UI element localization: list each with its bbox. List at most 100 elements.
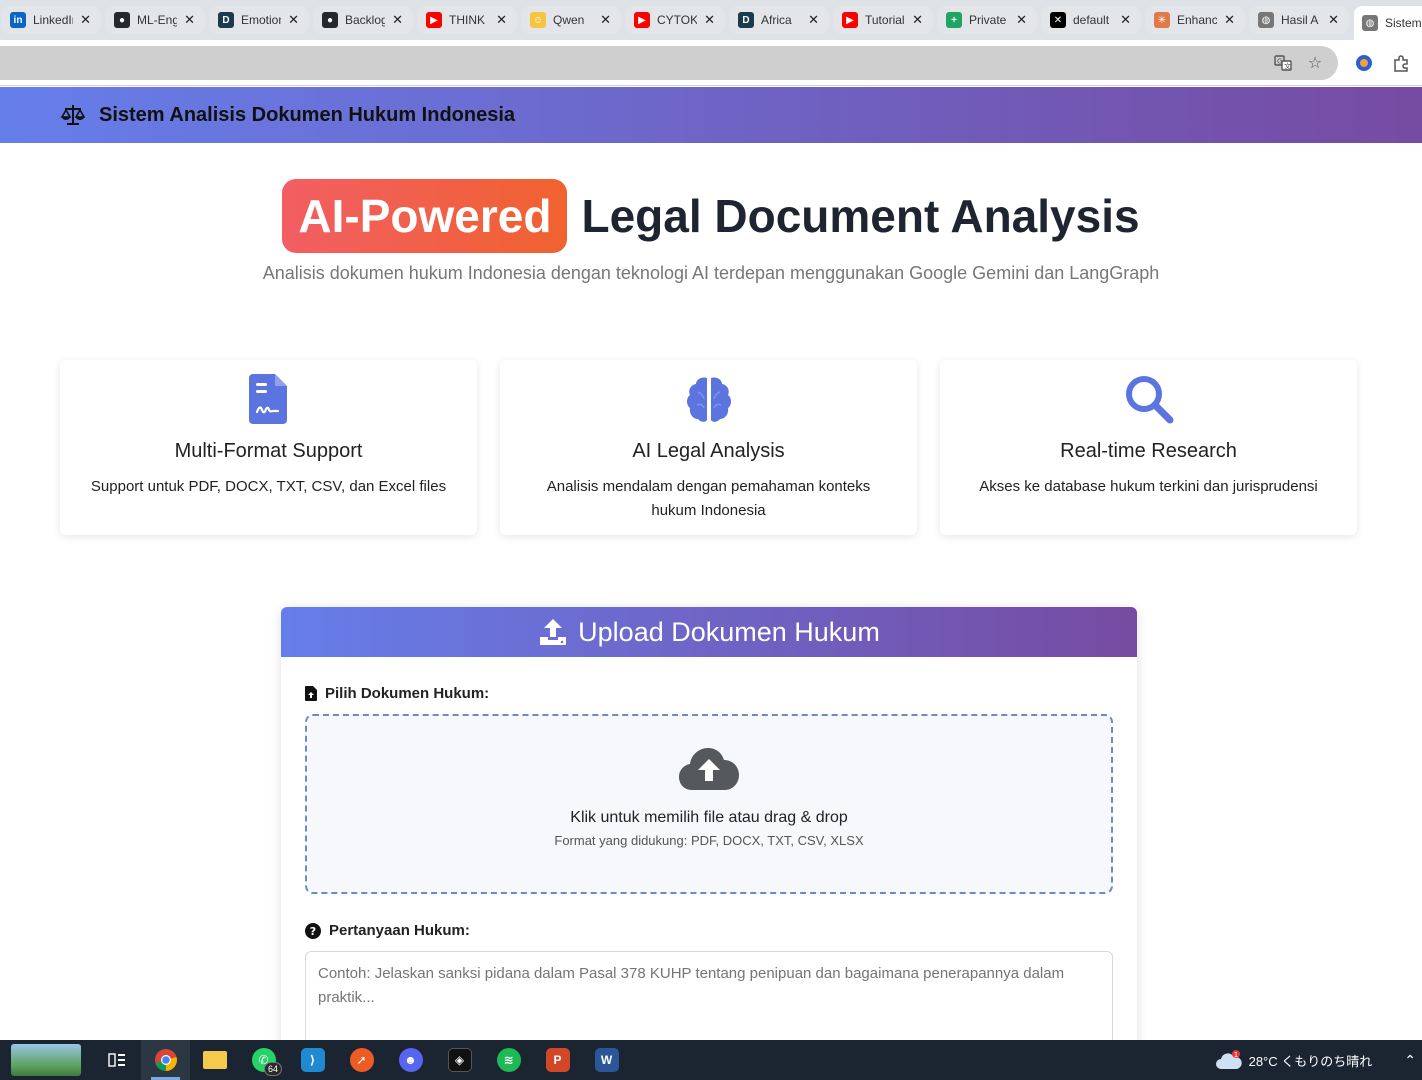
file-label-text: Pilih Dokumen Hukum: xyxy=(325,685,490,702)
globe-icon: ◍ xyxy=(1362,15,1378,31)
browser-tab-label: Qwen xyxy=(553,13,585,27)
navbar-brand[interactable]: Sistem Analisis Dokumen Hukum Indonesia xyxy=(99,104,515,127)
browser-tab-label: Enhance xyxy=(1177,13,1217,27)
file-upload-icon xyxy=(305,686,317,701)
tab-close-icon[interactable]: ✕ xyxy=(1328,12,1339,28)
taskbar-spotify[interactable]: ≋ xyxy=(484,1040,533,1080)
svg-text:G: G xyxy=(1277,58,1282,66)
sparkle-icon: ✳ xyxy=(1154,12,1170,28)
tab-close-icon[interactable]: ✕ xyxy=(1016,12,1027,28)
taskbar-powerpoint[interactable]: P xyxy=(533,1040,582,1080)
feature-description: Akses ke database hukum terkini dan juri… xyxy=(979,478,1318,495)
tab-close-icon[interactable]: ✕ xyxy=(288,12,299,28)
upload-card-header: Upload Dokumen Hukum xyxy=(281,607,1137,657)
question-textarea[interactable] xyxy=(305,951,1113,1040)
taskbar-file-explorer[interactable] xyxy=(190,1040,239,1080)
taskbar-postman[interactable]: ➚ xyxy=(337,1040,386,1080)
widgets-button[interactable] xyxy=(0,1040,92,1080)
browser-tab-label: CYTOK xyxy=(657,13,697,27)
github-icon: ● xyxy=(114,12,130,28)
feature-cards: Multi-Format Support Support untuk PDF, … xyxy=(60,360,1358,535)
browser-tab[interactable]: ◍ Hasil A ✕ xyxy=(1250,6,1349,34)
profile-extension-icon[interactable] xyxy=(1354,53,1374,73)
web-page: Sistem Analisis Dokumen Hukum Indonesia … xyxy=(0,87,1422,1040)
taskbar-app-dark[interactable]: ◈ xyxy=(435,1040,484,1080)
task-view-icon xyxy=(107,1053,125,1067)
dropzone-formats: Format yang didukung: PDF, DOCX, TXT, CS… xyxy=(554,833,864,848)
browser-tab-label: THINK xyxy=(449,13,485,27)
feature-card-ai-analysis: AI Legal Analysis Analisis mendalam deng… xyxy=(500,360,917,535)
address-bar[interactable] xyxy=(0,46,1338,80)
browser-tab[interactable]: ▶ Tutorial ✕ xyxy=(834,6,933,34)
tab-close-icon[interactable]: ✕ xyxy=(496,12,507,28)
file-contract-icon xyxy=(248,374,287,424)
tab-close-icon[interactable]: ✕ xyxy=(392,12,403,28)
translate-icon[interactable]: G文 xyxy=(1273,53,1293,73)
taskbar-vscode[interactable]: ⟩ xyxy=(288,1040,337,1080)
browser-tab[interactable]: D Emotion ✕ xyxy=(210,6,309,34)
tab-close-icon[interactable]: ✕ xyxy=(1224,12,1235,28)
d-icon: D xyxy=(738,12,754,28)
hero-title-text: Legal Document Analysis xyxy=(581,190,1140,242)
whatsapp-unread-badge: 64 xyxy=(263,1062,282,1076)
youtube-icon: ▶ xyxy=(842,12,858,28)
taskbar-word[interactable]: W xyxy=(582,1040,631,1080)
feature-title: Multi-Format Support xyxy=(174,440,363,462)
word-icon: W xyxy=(594,1048,619,1072)
browser-tab[interactable]: D Africa ✕ xyxy=(730,6,829,34)
dropzone-instruction: Klik untuk memilih file atau drag & drop xyxy=(570,809,848,826)
browser-tab-label: default xyxy=(1073,13,1110,27)
linkedin-icon: in xyxy=(10,12,26,28)
tab-close-icon[interactable]: ✕ xyxy=(808,12,819,28)
upload-card-title: Upload Dokumen Hukum xyxy=(578,616,880,647)
svg-text:文: 文 xyxy=(1284,62,1291,71)
browser-tab[interactable]: ☺ Qwen ✕ xyxy=(522,6,621,34)
browser-tab[interactable]: ✕ default ✕ xyxy=(1042,6,1141,34)
hero-section: AI-Powered Legal Document Analysis Anali… xyxy=(0,143,1422,284)
tab-close-icon[interactable]: ✕ xyxy=(184,12,195,28)
browser-tab-label: LinkedIn xyxy=(33,13,73,27)
browser-tab[interactable]: ● Backlog ✕ xyxy=(314,6,413,34)
svg-text:1: 1 xyxy=(1233,1051,1237,1059)
file-dropzone[interactable]: Klik untuk memilih file atau drag & drop… xyxy=(305,714,1113,894)
browser-tab[interactable]: ◍ Sistem xyxy=(1354,6,1422,40)
question-field-label: ? Pertanyaan Hukum: xyxy=(305,922,1137,939)
tab-close-icon[interactable]: ✕ xyxy=(600,12,611,28)
taskbar-whatsapp[interactable]: ✆ 64 xyxy=(239,1040,288,1080)
chrome-icon xyxy=(154,1049,177,1071)
navbar: Sistem Analisis Dokumen Hukum Indonesia xyxy=(0,87,1422,143)
tray-overflow-icon[interactable]: ⌃ xyxy=(1404,1052,1416,1069)
browser-tab[interactable]: in LinkedIn ✕ xyxy=(2,6,101,34)
system-tray: 1 28°C くもりのち晴れ ⌃ xyxy=(1215,1040,1422,1080)
balance-scale-icon xyxy=(60,105,86,125)
browser-tab-label: Africa xyxy=(761,13,792,27)
tab-close-icon[interactable]: ✕ xyxy=(912,12,923,28)
cloudy-weather-icon[interactable]: 1 xyxy=(1215,1049,1243,1071)
upload-card: Upload Dokumen Hukum Pilih Dokumen Hukum… xyxy=(281,607,1137,1040)
tab-close-icon[interactable]: ✕ xyxy=(80,12,91,28)
weather-text[interactable]: 28°C くもりのち晴れ xyxy=(1249,1051,1373,1070)
cube-app-icon: ◈ xyxy=(447,1048,472,1072)
bookmark-star-icon[interactable]: ☆ xyxy=(1305,53,1325,73)
taskbar-chrome[interactable] xyxy=(141,1040,190,1080)
extensions-puzzle-icon[interactable] xyxy=(1391,53,1411,73)
brain-icon xyxy=(686,377,731,422)
taskbar-discord[interactable]: ☻ xyxy=(386,1040,435,1080)
browser-tab[interactable]: ▶ THINK ✕ xyxy=(418,6,517,34)
browser-tab[interactable]: ▶ CYTOK ✕ xyxy=(626,6,725,34)
browser-tab[interactable]: + Private ✕ xyxy=(938,6,1037,34)
tab-close-icon[interactable]: ✕ xyxy=(704,12,715,28)
feature-title: Real-time Research xyxy=(1060,440,1237,462)
github-icon: ● xyxy=(322,12,338,28)
youtube-icon: ▶ xyxy=(426,12,442,28)
browser-tab-label: Backlog xyxy=(345,13,385,27)
task-view-button[interactable] xyxy=(92,1040,141,1080)
browser-tab[interactable]: ✳ Enhance ✕ xyxy=(1146,6,1245,34)
tab-close-icon[interactable]: ✕ xyxy=(1120,12,1131,28)
browser-tab-label: Emotion xyxy=(241,13,281,27)
browser-tab-label: Private xyxy=(969,13,1007,27)
browser-tab[interactable]: ● ML-Eng ✕ xyxy=(106,6,205,34)
x-logo-icon: ✕ xyxy=(1050,12,1066,28)
feature-title: AI Legal Analysis xyxy=(632,440,785,462)
discord-icon: ☻ xyxy=(398,1048,423,1072)
